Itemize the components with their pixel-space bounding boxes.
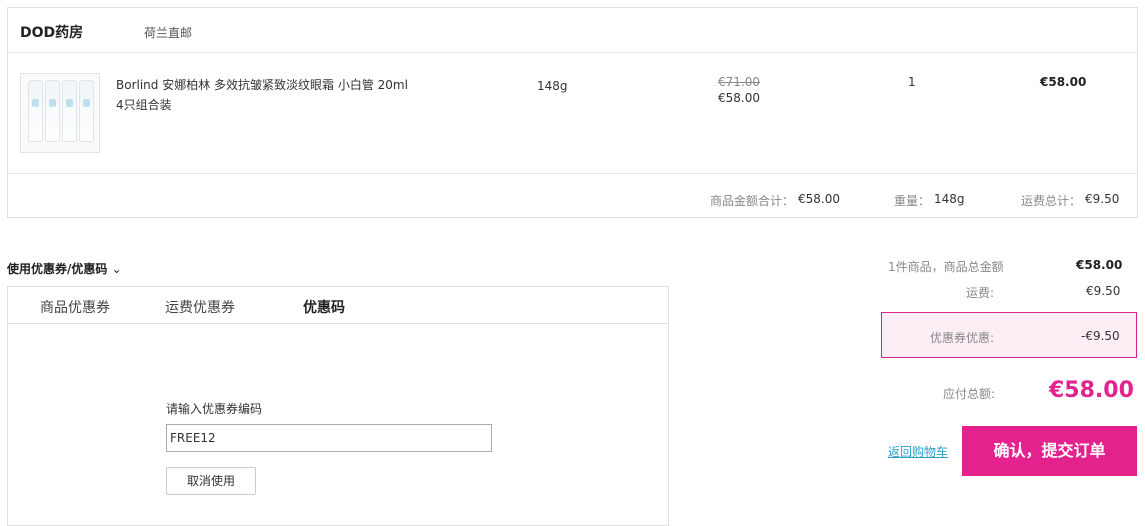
shipping-total-value: €9.50 xyxy=(1085,192,1120,206)
discount-label: 优惠券优惠: xyxy=(930,331,995,345)
product-price: €58.00 xyxy=(718,91,760,105)
coupon-discount-row: 优惠券优惠: -€9.50 xyxy=(881,312,1137,358)
store-name: DOD药房 xyxy=(20,25,84,41)
payable-value: €58.00 xyxy=(1049,378,1134,403)
submit-order-button[interactable]: 确认，提交订单 xyxy=(962,426,1137,476)
tab-promo-code[interactable]: 优惠码 xyxy=(303,297,345,317)
product-name-line2: 4只组合装 xyxy=(116,98,172,112)
coupon-toggle[interactable]: 使用优惠券/优惠码 ⌄ xyxy=(7,260,122,277)
coupon-tabs: 商品优惠券 运费优惠券 优惠码 xyxy=(8,287,668,324)
goods-total-value: €58.00 xyxy=(798,192,840,206)
discount-value: -€9.50 xyxy=(1081,329,1120,343)
coupon-input-label: 请输入优惠券编码 xyxy=(166,402,263,416)
items-total-label: 1件商品，商品总金额 xyxy=(888,260,1004,274)
weight-label: 重量： xyxy=(894,194,931,208)
shipping-total-label: 运费总计： xyxy=(1021,194,1082,208)
order-header-divider xyxy=(8,52,1137,53)
items-total-value: €58.00 xyxy=(1076,258,1123,272)
shipping-value: €9.50 xyxy=(1086,284,1121,298)
product-subtotal: €58.00 xyxy=(1040,75,1087,89)
coupon-toggle-label: 使用优惠券/优惠码 xyxy=(7,262,108,276)
cancel-coupon-button[interactable]: 取消使用 xyxy=(166,467,256,495)
back-to-cart-link[interactable]: 返回购物车 xyxy=(888,443,948,460)
product-quantity: 1 xyxy=(908,75,916,89)
product-image[interactable] xyxy=(20,73,100,153)
order-summary-divider xyxy=(8,173,1137,174)
tab-shipping-coupon[interactable]: 运费优惠券 xyxy=(165,297,235,317)
weight-value: 148g xyxy=(934,192,965,206)
store-tag: 荷兰直邮 xyxy=(144,26,193,40)
tube-icon xyxy=(79,80,94,142)
tube-icon xyxy=(45,80,60,142)
tube-icon xyxy=(62,80,77,142)
coupon-code-input[interactable] xyxy=(166,424,492,452)
product-weight: 148g xyxy=(537,79,568,93)
shipping-label: 运费: xyxy=(966,286,995,300)
goods-total-label: 商品金额合计： xyxy=(710,194,795,208)
tab-goods-coupon[interactable]: 商品优惠券 xyxy=(40,297,110,317)
product-name[interactable]: Borlind 安娜柏林 多效抗皱紧致淡纹眼霜 小白管 20ml 4只组合装 xyxy=(116,75,476,115)
product-name-line1: Borlind 安娜柏林 多效抗皱紧致淡纹眼霜 小白管 20ml xyxy=(116,78,408,92)
payable-label: 应付总额: xyxy=(943,387,996,401)
tube-icon xyxy=(28,80,43,142)
product-original-price: €71.00 xyxy=(718,75,760,89)
chevron-down-icon: ⌄ xyxy=(111,262,122,276)
